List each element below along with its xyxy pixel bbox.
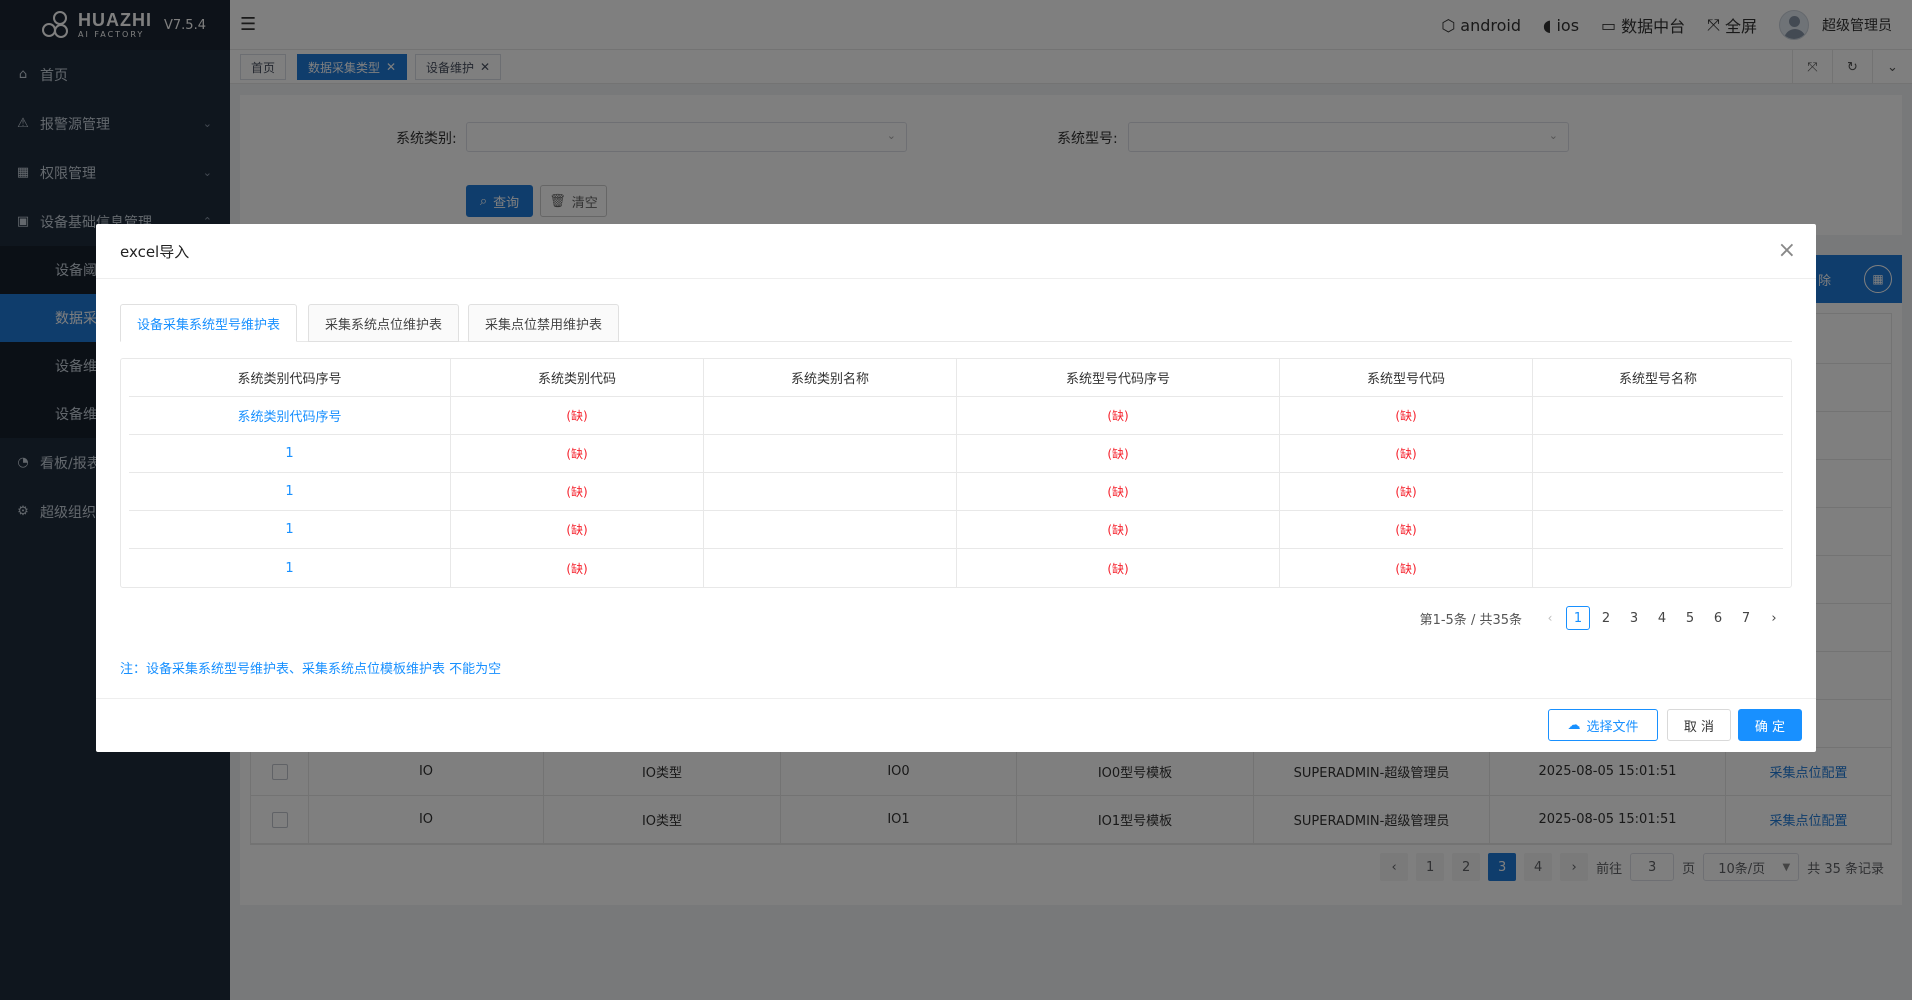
page-button[interactable]: 7 — [1734, 606, 1758, 630]
table-row: 1 (缺) (缺) (缺) — [129, 435, 1783, 473]
pagination-info: 第1-5条 / 共35条 — [1419, 612, 1522, 628]
column-header: 系统型号名称 — [1618, 372, 1697, 387]
table-row: 1 (缺) (缺) (缺) — [129, 511, 1783, 549]
close-icon[interactable]: × — [1778, 240, 1796, 262]
table-header-row: 系统类别代码序号 系统类别代码 系统类别名称 系统型号代码序号 系统型号代码 系… — [129, 359, 1783, 397]
table-row: 1 (缺) (缺) (缺) — [129, 473, 1783, 511]
table-row: 系统类别代码序号 (缺) (缺) (缺) — [129, 397, 1783, 435]
page-button[interactable]: 4 — [1650, 606, 1674, 630]
column-header: 系统类别代码序号 — [129, 359, 451, 396]
excel-import-dialog: excel导入 × 设备采集系统型号维护表 采集系统点位维护表 采集点位禁用维护… — [96, 224, 1816, 752]
preview-pagination: 第1-5条 / 共35条 ‹ 1 2 3 4 5 6 7 › — [1420, 606, 1786, 630]
dialog-title: excel导入 — [120, 242, 190, 261]
dialog-footer: ☁ 选择文件 取 消 确 定 — [96, 698, 1816, 752]
column-header: 系统型号代码序号 — [957, 359, 1280, 396]
import-note: 注：设备采集系统型号维护表、采集系统点位模板维护表 不能为空 — [120, 662, 502, 677]
page-button[interactable]: 2 — [1594, 606, 1618, 630]
preview-table: 系统类别代码序号 系统类别代码 系统类别名称 系统型号代码序号 系统型号代码 系… — [120, 358, 1792, 588]
page-button[interactable]: 6 — [1706, 606, 1730, 630]
confirm-button[interactable]: 确 定 — [1738, 709, 1802, 741]
sheet-tabs: 设备采集系统型号维护表 采集系统点位维护表 采集点位禁用维护表 — [120, 304, 1792, 342]
tab-disabled-point-sheet[interactable]: 采集点位禁用维护表 — [468, 304, 620, 342]
page-button[interactable]: 3 — [1622, 606, 1646, 630]
tab-model-sheet[interactable]: 设备采集系统型号维护表 — [120, 304, 298, 342]
cloud-upload-icon: ☁ — [1567, 717, 1581, 733]
prev-page-icon[interactable]: ‹ — [1538, 606, 1562, 630]
page-button[interactable]: 5 — [1678, 606, 1702, 630]
page-button-current[interactable]: 1 — [1566, 606, 1590, 630]
next-page-icon[interactable]: › — [1762, 606, 1786, 630]
column-header: 系统类别代码 — [451, 359, 704, 396]
cancel-button[interactable]: 取 消 — [1667, 709, 1731, 741]
column-header: 系统类别名称 — [704, 359, 957, 396]
tab-point-sheet[interactable]: 采集系统点位维护表 — [308, 304, 460, 342]
table-row: 1 (缺) (缺) (缺) — [129, 549, 1783, 587]
choose-file-button[interactable]: ☁ 选择文件 — [1548, 709, 1658, 741]
column-header: 系统型号代码 — [1280, 359, 1533, 396]
